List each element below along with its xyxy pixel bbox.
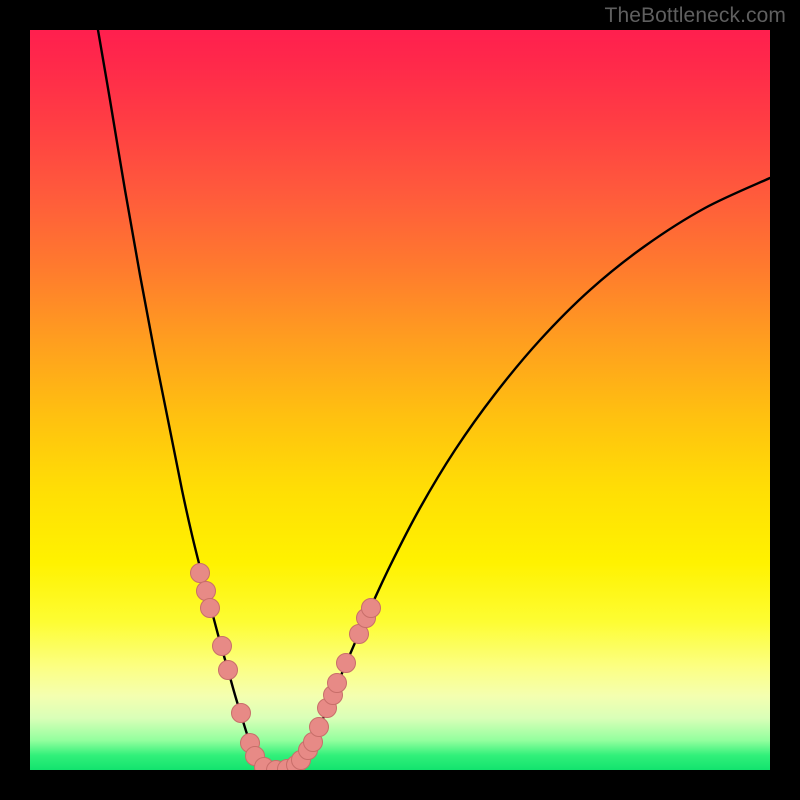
plot-area xyxy=(30,30,770,770)
data-marker xyxy=(337,654,356,673)
data-marker xyxy=(232,704,251,723)
data-marker xyxy=(328,674,347,693)
data-marker xyxy=(213,637,232,656)
data-marker xyxy=(197,582,216,601)
data-markers xyxy=(191,564,381,771)
chart-frame: TheBottleneck.com xyxy=(0,0,800,800)
data-marker xyxy=(201,599,220,618)
data-marker xyxy=(191,564,210,583)
attribution-text: TheBottleneck.com xyxy=(605,4,786,28)
data-marker xyxy=(362,599,381,618)
bottleneck-curve xyxy=(98,30,770,770)
curve-layer xyxy=(30,30,770,770)
data-marker xyxy=(219,661,238,680)
data-marker xyxy=(310,718,329,737)
